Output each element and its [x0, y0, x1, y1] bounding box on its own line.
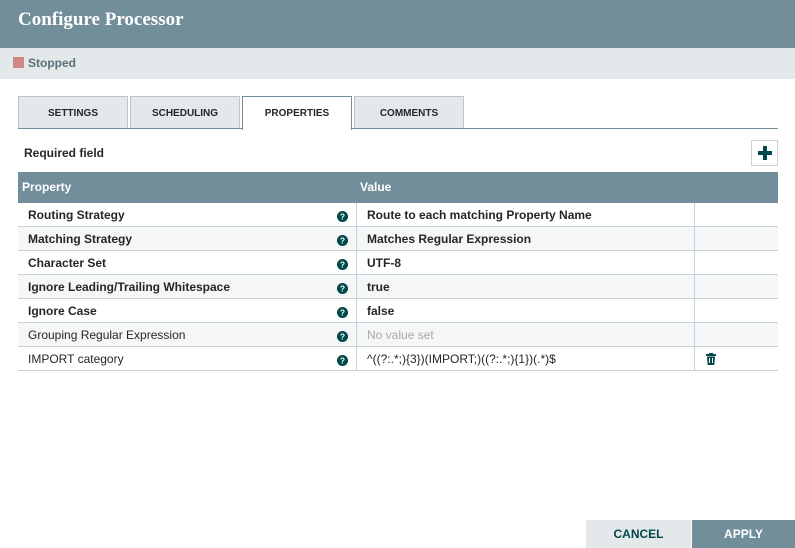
column-divider: [356, 227, 357, 250]
column-divider: [694, 299, 695, 322]
column-divider: [694, 275, 695, 298]
svg-text:?: ?: [340, 284, 345, 294]
help-icon[interactable]: ?: [337, 353, 348, 366]
table-header: Property Value: [18, 172, 778, 203]
property-value[interactable]: No value set: [367, 328, 434, 342]
column-divider: [694, 347, 695, 370]
properties-table: Property Value Routing Strategy? Route to…: [18, 172, 778, 371]
required-field-label: Required field: [24, 146, 105, 160]
table-row[interactable]: Grouping Regular Expression? No value set: [18, 323, 778, 347]
svg-text:?: ?: [340, 308, 345, 318]
column-divider: [694, 323, 695, 346]
property-value[interactable]: ^((?:.*;){3})(IMPORT;)((?:.*;){1})(.*)$: [367, 352, 556, 366]
plus-icon: [757, 146, 772, 160]
apply-button[interactable]: APPLY: [692, 520, 795, 548]
property-value[interactable]: Matches Regular Expression: [367, 232, 531, 246]
help-icon[interactable]: ?: [337, 257, 348, 270]
column-divider: [356, 323, 357, 346]
property-value[interactable]: true: [367, 280, 390, 294]
property-name: Ignore Leading/Trailing Whitespace: [28, 280, 231, 294]
help-icon[interactable]: ?: [337, 233, 348, 246]
table-row[interactable]: Ignore Leading/Trailing Whitespace? true: [18, 275, 778, 299]
table-body: Routing Strategy? Route to each matching …: [18, 203, 778, 371]
dialog-header: Configure Processor: [0, 0, 795, 48]
property-value[interactable]: Route to each matching Property Name: [367, 208, 592, 222]
status-label: Stopped: [28, 56, 76, 70]
cancel-button[interactable]: CANCEL: [586, 520, 691, 548]
svg-text:?: ?: [340, 212, 345, 222]
stopped-icon: [13, 57, 24, 68]
help-icon[interactable]: ?: [337, 209, 348, 222]
configure-processor-dialog: Configure Processor Stopped SETTINGS SCH…: [0, 0, 795, 548]
table-row[interactable]: Character Set? UTF-8: [18, 251, 778, 275]
column-divider: [694, 203, 695, 226]
tab-properties[interactable]: PROPERTIES: [242, 96, 352, 130]
help-icon[interactable]: ?: [337, 305, 348, 318]
tab-comments[interactable]: COMMENTS: [354, 96, 464, 129]
property-name: Routing Strategy: [28, 208, 125, 222]
column-divider: [356, 275, 357, 298]
svg-text:?: ?: [340, 356, 345, 366]
column-header-property: Property: [22, 180, 72, 194]
table-row[interactable]: IMPORT category? ^((?:.*;){3})(IMPORT;)((…: [18, 347, 778, 371]
tab-settings[interactable]: SETTINGS: [18, 96, 128, 129]
status-bar: [0, 48, 795, 79]
property-name: Character Set: [28, 256, 107, 270]
help-icon[interactable]: ?: [337, 329, 348, 342]
column-divider: [694, 251, 695, 274]
property-name: Ignore Case: [28, 304, 97, 318]
property-value[interactable]: UTF-8: [367, 256, 401, 270]
property-name: Matching Strategy: [28, 232, 133, 246]
column-header-value: Value: [360, 180, 392, 194]
dialog-title: Configure Processor: [18, 9, 184, 30]
tab-divider: [18, 128, 778, 129]
column-divider: [694, 227, 695, 250]
column-divider: [356, 347, 357, 370]
tab-scheduling[interactable]: SCHEDULING: [130, 96, 240, 129]
property-name: IMPORT category: [28, 352, 124, 366]
delete-property-icon[interactable]: [706, 352, 716, 365]
svg-text:?: ?: [340, 260, 345, 270]
table-row[interactable]: Ignore Case? false: [18, 299, 778, 323]
help-icon[interactable]: ?: [337, 281, 348, 294]
property-name: Grouping Regular Expression: [28, 328, 186, 342]
column-divider: [356, 251, 357, 274]
svg-text:?: ?: [340, 332, 345, 342]
svg-text:?: ?: [340, 236, 345, 246]
table-row[interactable]: Matching Strategy? Matches Regular Expres…: [18, 227, 778, 251]
table-row[interactable]: Routing Strategy? Route to each matching …: [18, 203, 778, 227]
add-property-button[interactable]: [751, 140, 778, 166]
column-divider: [356, 203, 357, 226]
property-value[interactable]: false: [367, 304, 394, 318]
column-divider: [356, 299, 357, 322]
